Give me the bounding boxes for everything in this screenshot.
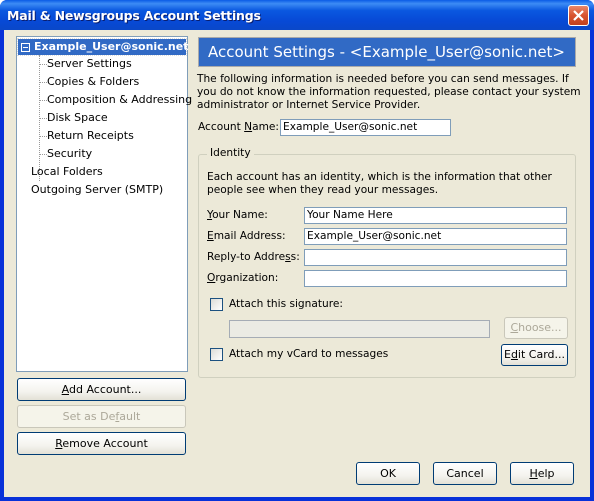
reply-to-input[interactable] [304,249,567,266]
email-address-label: Email Address: [207,228,286,244]
ok-button[interactable]: OK [356,462,420,485]
tree-branch [40,136,47,137]
panel-header: Account Settings - <Example_User@sonic.n… [198,37,576,67]
dialog-window: Mail & Newsgroups Account Settings Examp… [0,0,594,501]
tree-item-return-receipts[interactable]: Return Receipts [47,128,134,144]
label-part: our Name: [212,209,268,221]
title-bar: Mail & Newsgroups Account Settings [0,0,594,30]
tree-branch [40,154,47,155]
your-name-input[interactable]: Your Name Here [304,207,567,224]
identity-legend: Identity [207,147,254,159]
tree-item-outgoing-server[interactable]: Outgoing Server (SMTP) [31,182,163,198]
cancel-button[interactable]: Cancel [433,462,497,485]
label-part: mail Address: [213,230,286,242]
dialog-body: Example_User@sonic.net Server Settings C… [4,30,590,497]
help-button[interactable]: Help [510,462,574,485]
label-part: Set as De [62,410,116,423]
add-account-button[interactable]: Add Account... [17,378,186,401]
tree-item-server-settings[interactable]: Server Settings [47,56,132,72]
label-part: ault [119,410,141,423]
remove-account-button[interactable]: Remove Account [17,432,186,455]
access-key: d [510,348,518,361]
label-part: s: [290,251,300,263]
panel-description: The following information is needed befo… [197,73,581,111]
close-icon [573,10,584,21]
reply-to-label: Reply-to Address: [207,249,300,265]
organization-input[interactable] [304,270,567,287]
tree-item-disk-space[interactable]: Disk Space [47,110,108,126]
access-key: H [529,467,538,480]
set-as-default-button[interactable]: Set as Default [17,405,186,428]
account-name-label: Account Name: [198,119,279,135]
label-part: dd Account... [68,383,142,396]
attach-vcard-checkbox[interactable] [210,348,223,361]
label-part: E [503,348,511,361]
label-part: elp [537,467,555,480]
label-part: emove Account [62,437,148,450]
access-key: C [510,321,519,334]
collapse-icon[interactable] [21,43,30,52]
label-part: ame: [252,121,279,133]
identity-description: Each account has an identity, which is t… [207,171,552,196]
your-name-label: Your Name: [207,207,268,223]
tree-item-composition-addressing[interactable]: Composition & Addressing [47,92,192,108]
access-key: A [61,383,69,396]
attach-signature-checkbox[interactable] [210,298,223,311]
tree-branch [40,118,47,119]
label-part: hoose... [518,321,562,334]
account-name-input[interactable]: Example_User@sonic.net [280,119,451,136]
tree-branch [40,100,47,101]
tree-item-account[interactable]: Example_User@sonic.net [17,38,189,56]
label-part: it Card... [517,348,566,361]
window-title: Mail & Newsgroups Account Settings [7,8,261,23]
tree-branch [40,64,47,65]
access-key: N [244,121,253,133]
attach-vcard-label[interactable]: Attach my vCard to messages [229,346,388,362]
tree-item-local-folders[interactable]: Local Folders [31,164,103,180]
close-button[interactable] [568,5,589,26]
tree-branch [40,82,47,83]
choose-button[interactable]: Choose... [504,317,568,339]
organization-label: Organization: [207,270,278,286]
label-part: rganization: [215,272,279,284]
tree-item-security[interactable]: Security [47,146,92,162]
access-key: E [207,230,214,242]
account-tree[interactable]: Example_User@sonic.net Server Settings C… [16,36,192,372]
tree-item-copies-folders[interactable]: Copies & Folders [47,74,139,90]
label-part: Reply-to Addre [207,251,286,263]
edit-card-button[interactable]: Edit Card... [501,344,568,366]
email-address-input[interactable]: Example_User@sonic.net [304,228,567,245]
label-part: Account [198,121,245,133]
tree-item-label: Example_User@sonic.net [34,40,189,53]
attach-signature-label[interactable]: Attach this signature: [229,296,343,312]
signature-file-input[interactable] [229,320,490,338]
